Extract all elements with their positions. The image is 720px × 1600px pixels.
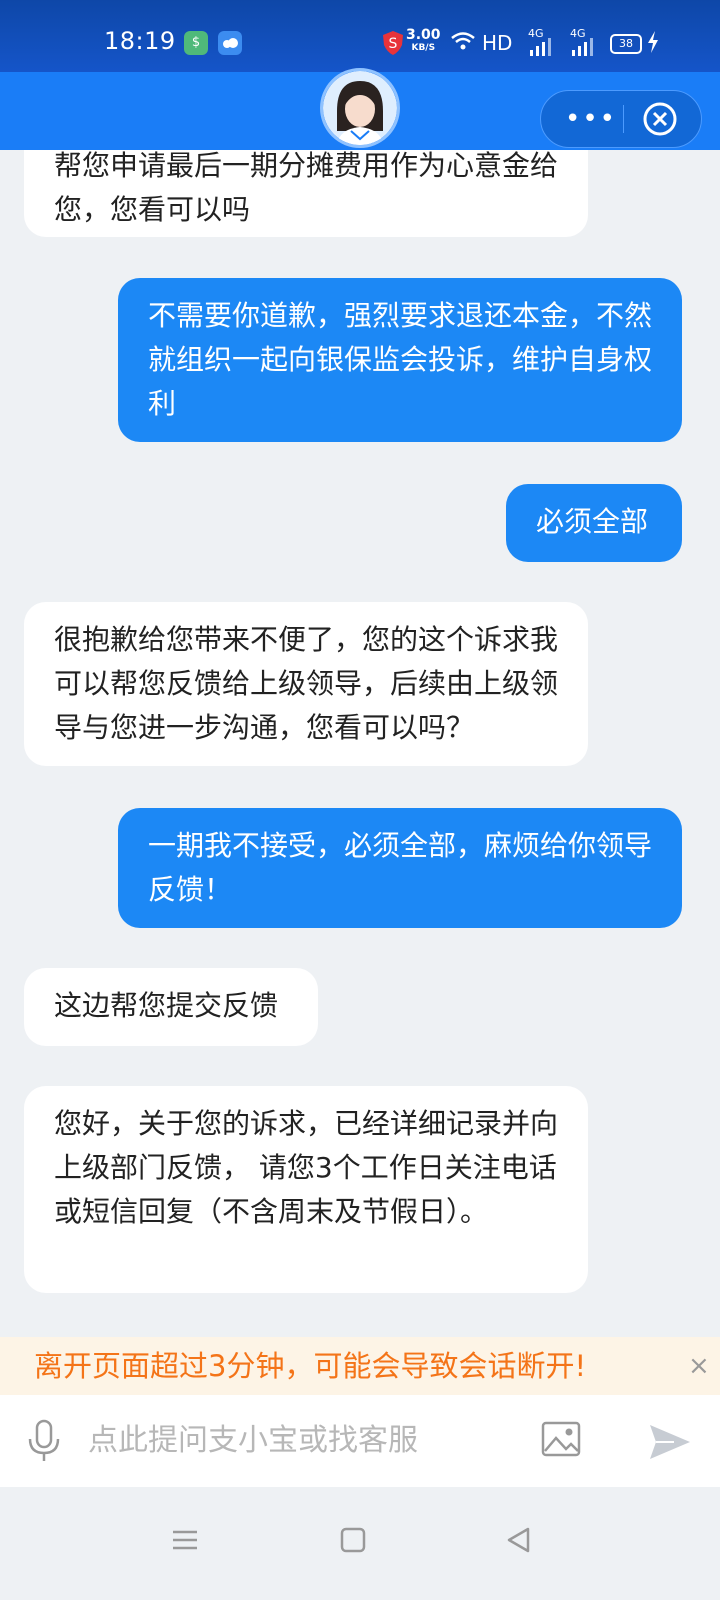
hd-label: HD	[482, 31, 513, 55]
message-input[interactable]: 点此提问支小宝或找客服	[88, 1395, 508, 1487]
system-nav-bar	[0, 1487, 720, 1600]
message-bubble: 帮您申请最后一期分摊费用作为心意金给您，您看可以吗	[24, 150, 588, 237]
message-bubble: 不需要你道歉，强烈要求退还本金，不然就组织一起向银保监会投诉，维护自身权利	[118, 278, 682, 442]
battery-level: 38	[619, 37, 633, 50]
status-icons: S 3.00 KB/S HD 4G 4G 38	[382, 26, 682, 60]
message-bubble: 必须全部	[506, 484, 682, 562]
message-bubble: 您好，关于您的诉求，已经详细记录并向上级部门反馈， 请您3个工作日关注电话或短信…	[24, 1086, 588, 1293]
capsule-divider	[623, 105, 624, 133]
cloud-app-icon	[218, 31, 242, 55]
wifi-icon	[450, 30, 476, 64]
message-bubble: 一期我不接受，必须全部，麻烦给你领导反馈！	[118, 808, 682, 928]
signal-bars-icon-2	[570, 36, 596, 70]
payment-app-icon: $	[184, 31, 208, 55]
back-nav-icon[interactable]	[504, 1525, 534, 1555]
battery-icon: 38	[610, 34, 642, 54]
net-speed-unit: KB/S	[411, 43, 436, 53]
close-icon	[643, 102, 677, 136]
input-bar: 点此提问支小宝或找客服	[0, 1395, 720, 1487]
net-speed-value: 3.00	[406, 27, 441, 43]
more-button[interactable]: •••	[565, 91, 617, 147]
net-speed: 3.00 KB/S	[406, 27, 441, 55]
image-picker-icon[interactable]	[540, 1419, 584, 1461]
shield-icon: S	[382, 30, 404, 68]
mini-app-capsule: •••	[540, 90, 702, 148]
home-nav-icon[interactable]	[338, 1525, 368, 1555]
svg-text:S: S	[389, 36, 398, 52]
chat-header: •••	[0, 68, 720, 150]
menu-nav-icon[interactable]	[170, 1525, 200, 1555]
status-time: 18:19	[104, 27, 176, 55]
chat-area[interactable]: 帮您申请最后一期分摊费用作为心意金给您，您看可以吗 不需要你道歉，强烈要求退还本…	[0, 150, 720, 1360]
signal-bars-icon	[528, 36, 554, 70]
send-icon[interactable]	[648, 1421, 692, 1463]
close-button[interactable]	[643, 102, 677, 136]
session-timeout-notice: 离开页面超过3分钟，可能会导致会话断开! ×	[0, 1337, 720, 1395]
message-bubble: 这边帮您提交反馈	[24, 968, 318, 1046]
message-bubble: 很抱歉给您带来不便了，您的这个诉求我可以帮您反馈给上级领导，后续由上级领导与您进…	[24, 602, 588, 766]
microphone-icon[interactable]	[26, 1419, 62, 1463]
notice-close-icon[interactable]: ×	[688, 1337, 710, 1395]
status-bar: 18:19 $ S 3.00 KB/S HD 4G 4G 38	[0, 0, 720, 72]
notice-text: 离开页面超过3分钟，可能会导致会话断开!	[34, 1349, 587, 1383]
assistant-avatar[interactable]	[320, 68, 400, 148]
charging-icon	[646, 30, 660, 66]
